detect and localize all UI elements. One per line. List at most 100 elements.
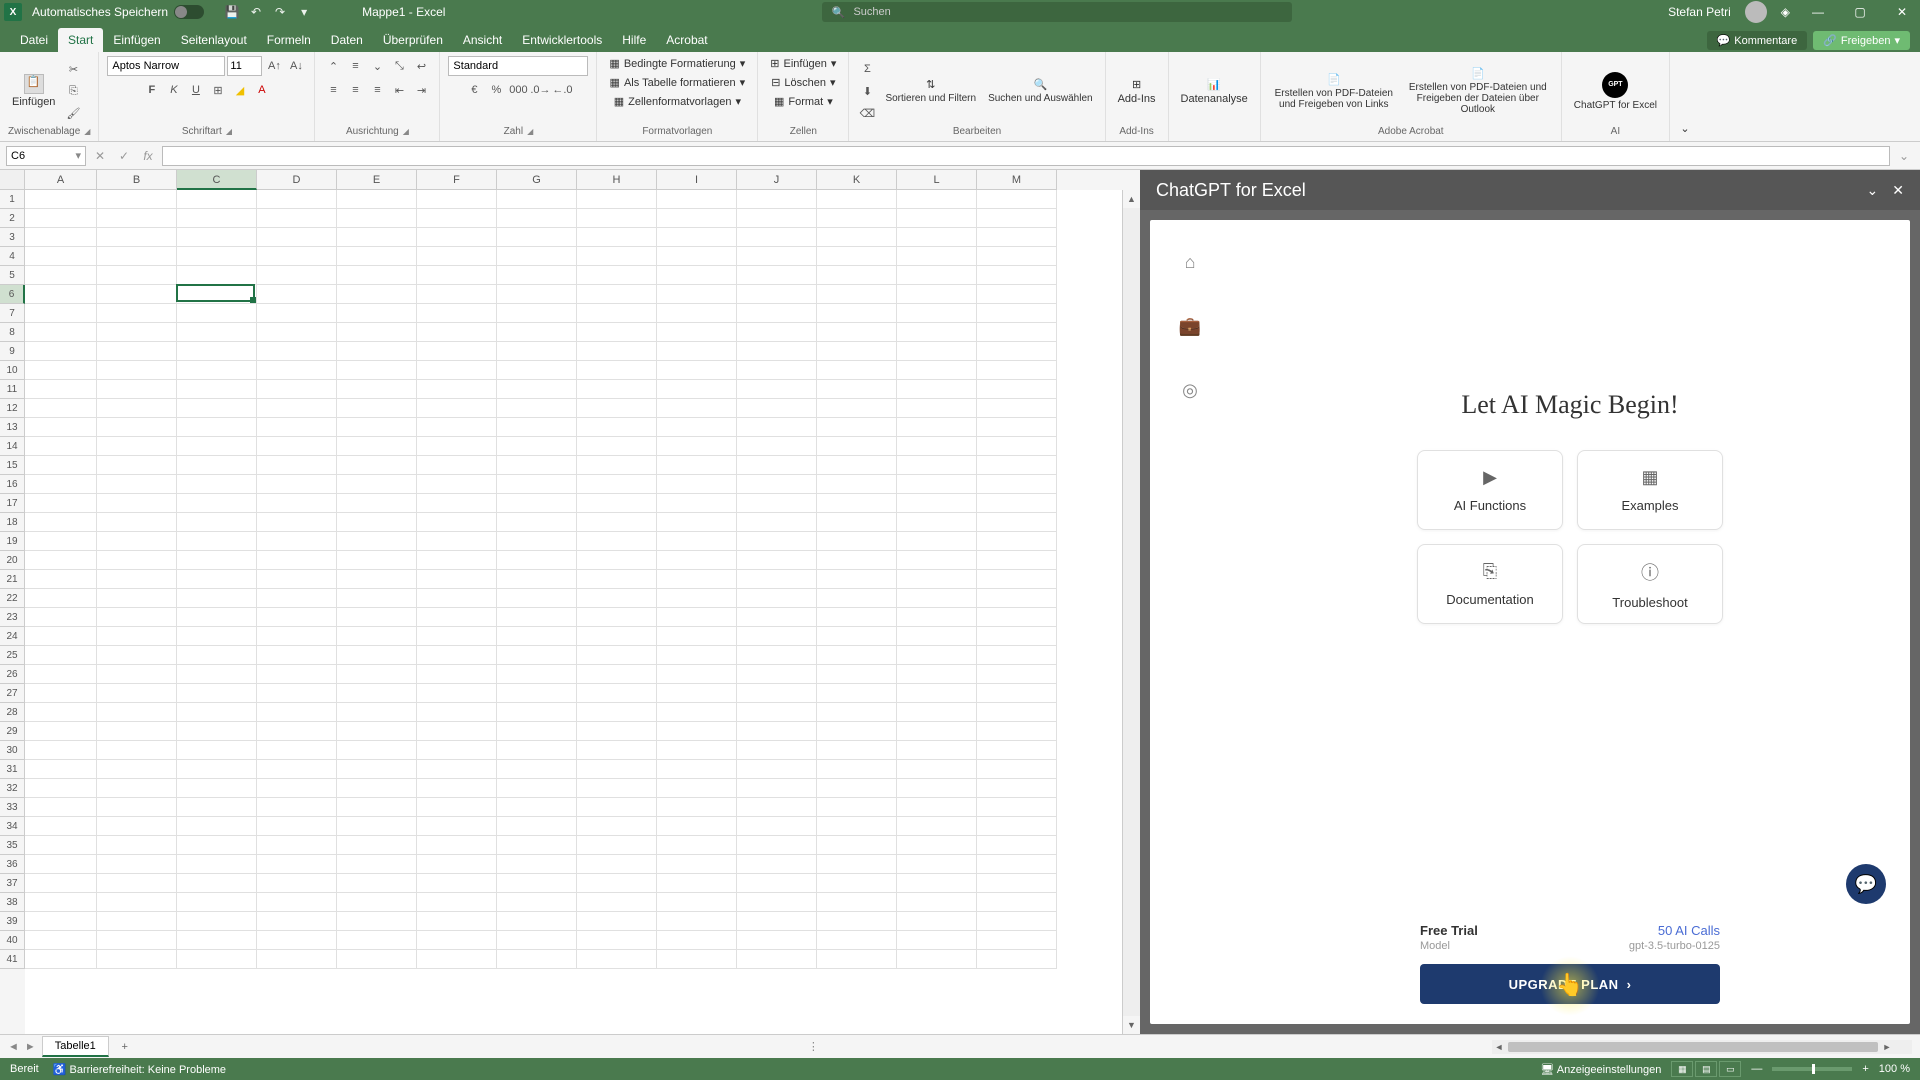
row-header[interactable]: 13 [0,418,25,437]
format-cells-button[interactable]: ▦ Format ▾ [770,94,837,109]
format-as-table-button[interactable]: ▦ Als Tabelle formatieren ▾ [606,75,750,90]
find-select-button[interactable]: 🔍 Suchen und Auswählen [984,76,1097,106]
increase-font-icon[interactable]: A↑ [264,56,284,76]
ai-functions-card[interactable]: ▶ AI Functions [1417,450,1563,530]
underline-button[interactable]: U [186,80,206,100]
italic-button[interactable]: K [164,80,184,100]
indent-decrease-icon[interactable]: ⇤ [389,80,409,100]
currency-icon[interactable]: € [464,80,484,100]
row-header[interactable]: 24 [0,627,25,646]
page-layout-view-icon[interactable]: ▤ [1695,1061,1717,1077]
taskpane-collapse-icon[interactable]: ⌄ [1867,182,1879,199]
tab-data[interactable]: Daten [321,28,373,52]
briefcase-icon[interactable]: 💼 [1178,314,1202,338]
calls-label[interactable]: 50 AI Calls [1658,923,1720,938]
launcher-icon[interactable]: ◢ [226,127,232,136]
row-header[interactable]: 28 [0,703,25,722]
align-center-icon[interactable]: ≡ [345,80,365,100]
horizontal-scrollbar[interactable]: ◄ ► [1492,1040,1912,1054]
tab-view[interactable]: Ansicht [453,28,512,52]
row-header[interactable]: 18 [0,513,25,532]
cell-styles-button[interactable]: ▦ Zellenformatvorlagen ▾ [610,94,745,109]
tab-acrobat[interactable]: Acrobat [656,28,717,52]
copy-icon[interactable]: ⎘ [63,81,83,101]
row-header[interactable]: 16 [0,475,25,494]
row-header[interactable]: 37 [0,874,25,893]
examples-card[interactable]: ▦ Examples [1577,450,1723,530]
sheet-tab[interactable]: Tabelle1 [42,1036,109,1057]
orientation-icon[interactable]: ⤡ [389,56,409,76]
scroll-left-icon[interactable]: ◄ [1492,1042,1506,1052]
page-break-view-icon[interactable]: ▭ [1719,1061,1741,1077]
row-header[interactable]: 5 [0,266,25,285]
indent-increase-icon[interactable]: ⇥ [411,80,431,100]
spreadsheet-grid[interactable]: ABCDEFGHIJKLM 12345678910111213141516171… [0,170,1140,1034]
troubleshoot-card[interactable]: ⓘ Troubleshoot [1577,544,1723,624]
comments-button[interactable]: 💬 Kommentare [1707,31,1808,50]
formula-input[interactable] [162,146,1890,166]
column-header[interactable]: J [737,170,817,190]
row-header[interactable]: 14 [0,437,25,456]
row-header[interactable]: 7 [0,304,25,323]
minimize-button[interactable]: — [1804,5,1832,19]
column-header[interactable]: E [337,170,417,190]
row-header[interactable]: 39 [0,912,25,931]
column-header[interactable]: B [97,170,177,190]
expand-formula-icon[interactable]: ⌄ [1894,146,1914,166]
bold-button[interactable]: F [142,80,162,100]
column-header[interactable]: D [257,170,337,190]
tab-home[interactable]: Start [58,28,103,52]
row-header[interactable]: 9 [0,342,25,361]
documentation-card[interactable]: ⎘ Documentation [1417,544,1563,624]
share-button[interactable]: 🔗 Freigeben ▾ [1813,31,1910,50]
user-name[interactable]: Stefan Petri [1668,5,1731,19]
qat-customize-icon[interactable]: ▾ [296,4,312,20]
column-header[interactable]: M [977,170,1057,190]
clear-icon[interactable]: ⌫ [857,103,877,123]
align-right-icon[interactable]: ≡ [367,80,387,100]
row-header[interactable]: 35 [0,836,25,855]
sort-filter-button[interactable]: ⇅ Sortieren und Filtern [881,76,980,106]
pdf-share-link-button[interactable]: 📄 Erstellen von PDF-Dateien und Freigebe… [1269,71,1399,112]
sheet-next-icon[interactable]: ► [25,1041,36,1053]
scroll-up-icon[interactable]: ▲ [1123,190,1140,208]
row-header[interactable]: 32 [0,779,25,798]
font-size-select[interactable] [227,56,262,76]
chatgpt-button[interactable]: GPT ChatGPT for Excel [1570,70,1661,113]
column-header[interactable]: L [897,170,977,190]
tab-developer[interactable]: Entwicklertools [512,28,612,52]
row-header[interactable]: 2 [0,209,25,228]
cut-icon[interactable]: ✂ [63,59,83,79]
insert-cells-button[interactable]: ⊞ Einfügen ▾ [766,56,840,71]
fill-color-button[interactable]: ◢ [230,80,250,100]
name-box[interactable]: C6 ▾ [6,146,86,166]
vertical-scrollbar[interactable]: ▲ ▼ [1122,190,1140,1034]
column-header[interactable]: H [577,170,657,190]
row-header[interactable]: 10 [0,361,25,380]
accessibility-status[interactable]: ♿ Barrierefreiheit: Keine Probleme [53,1063,226,1076]
font-name-select[interactable] [107,56,225,76]
row-header[interactable]: 11 [0,380,25,399]
display-settings[interactable]: 🖥 Anzeigeeinstellungen [1540,1063,1661,1076]
zoom-level[interactable]: 100 % [1879,1063,1910,1075]
tab-insert[interactable]: Einfügen [103,28,170,52]
row-header[interactable]: 4 [0,247,25,266]
tab-layout[interactable]: Seitenlayout [171,28,257,52]
autosave-toggle[interactable]: Automatisches Speichern [32,5,204,19]
delete-cells-button[interactable]: ⊟ Löschen ▾ [767,75,839,90]
pdf-share-outlook-button[interactable]: 📄 Erstellen von PDF-Dateien und Freigebe… [1403,65,1553,117]
launcher-icon[interactable]: ◢ [527,127,533,136]
zoom-out-button[interactable]: — [1751,1063,1762,1075]
increase-decimal-icon[interactable]: .0→ [530,80,550,100]
row-header[interactable]: 38 [0,893,25,912]
normal-view-icon[interactable]: ▦ [1671,1061,1693,1077]
add-sheet-button[interactable]: + [115,1041,135,1053]
toggle-switch[interactable] [174,5,204,19]
row-header[interactable]: 30 [0,741,25,760]
redo-icon[interactable]: ↷ [272,4,288,20]
scroll-down-icon[interactable]: ▼ [1123,1016,1140,1034]
align-left-icon[interactable]: ≡ [323,80,343,100]
border-button[interactable]: ⊞ [208,80,228,100]
row-header[interactable]: 40 [0,931,25,950]
zoom-in-button[interactable]: + [1862,1063,1868,1075]
